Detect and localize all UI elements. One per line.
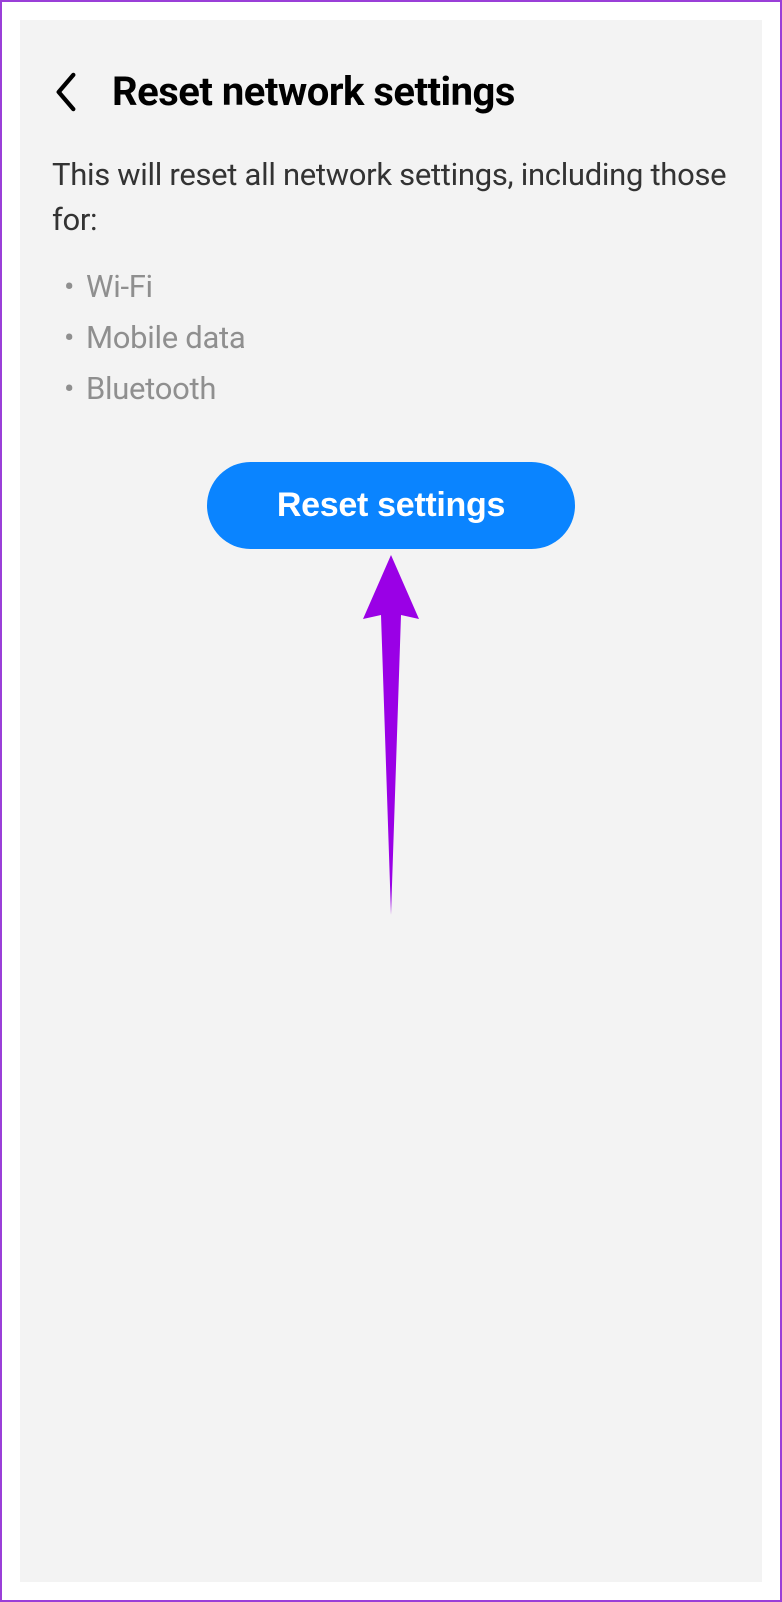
back-icon[interactable]: [50, 70, 82, 114]
button-wrapper: Reset settings: [20, 414, 762, 549]
header: Reset network settings: [20, 20, 762, 135]
list-item: Wi-Fi: [86, 261, 730, 312]
reset-items-list: Wi-Fi Mobile data Bluetooth: [20, 243, 762, 414]
phone-screen: Reset network settings This will reset a…: [20, 20, 762, 1582]
arrow-annotation-icon: [351, 555, 431, 919]
page-title: Reset network settings: [112, 68, 515, 115]
description-text: This will reset all network settings, in…: [20, 135, 762, 243]
list-item: Bluetooth: [86, 363, 730, 414]
frame: Reset network settings This will reset a…: [0, 0, 782, 1602]
reset-settings-button[interactable]: Reset settings: [207, 462, 575, 549]
list-item: Mobile data: [86, 312, 730, 363]
